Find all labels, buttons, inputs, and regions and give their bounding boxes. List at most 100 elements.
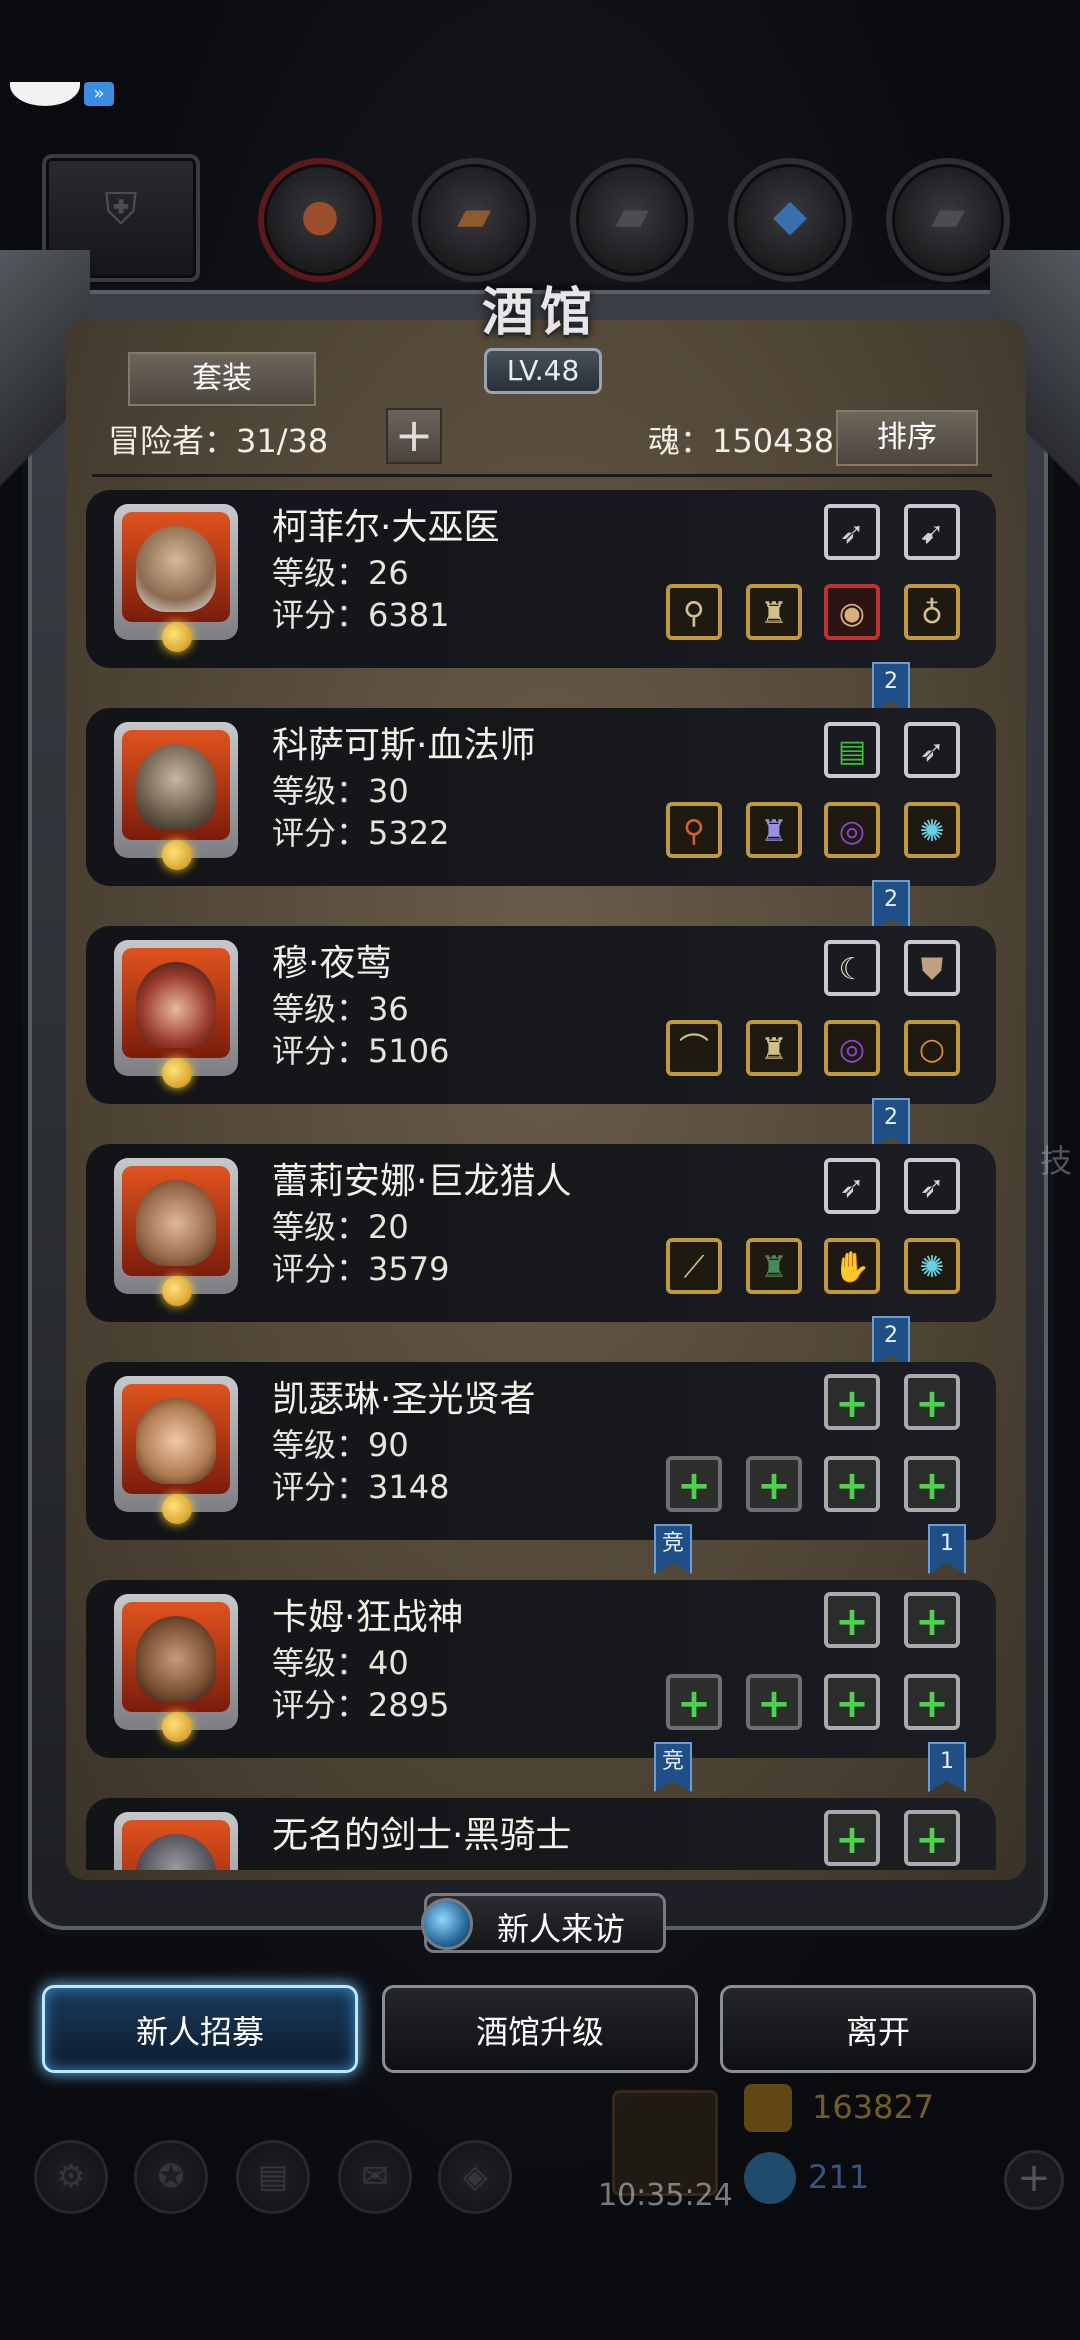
hero-list[interactable]: 柯菲尔·大巫医 等级：26 评分：6381 ➶ ➹ ⚲ ♜ ◉ ♁ 2 科萨可斯…	[86, 490, 1006, 1870]
tab-potion[interactable]: ●	[258, 158, 382, 282]
tome-icon[interactable]: ▤	[824, 722, 880, 778]
hero-score: 评分：3579	[272, 1250, 450, 1288]
visitor-orb-icon	[421, 1898, 473, 1950]
bow-icon[interactable]: ⌒	[666, 1020, 722, 1076]
hero-level: 等级：36	[272, 990, 409, 1028]
ring-icon[interactable]: ○	[904, 1020, 960, 1076]
spear-icon[interactable]: ⟋	[666, 1238, 722, 1294]
amulet-icon[interactable]: ✺	[904, 802, 960, 858]
plus-icon[interactable]: +	[746, 1674, 802, 1730]
stack-icon: ▰	[931, 190, 965, 241]
ring-icon[interactable]: ◎	[824, 802, 880, 858]
set-button[interactable]: 套装	[128, 352, 316, 406]
plus-icon[interactable]: +	[824, 1374, 880, 1430]
hero-card[interactable]: 无名的剑士·黑骑士 + +	[86, 1798, 996, 1870]
amulet-icon[interactable]: ✺	[904, 1238, 960, 1294]
hero-level: 等级：26	[272, 554, 409, 592]
tab-crystal[interactable]: ◆	[728, 158, 852, 282]
armor-icon[interactable]: ♜	[746, 584, 802, 640]
staff-icon[interactable]: ⚲	[666, 802, 722, 858]
timer: 10:35:24	[598, 2178, 733, 2213]
back-button[interactable]: »	[10, 80, 114, 110]
gauntlet-icon[interactable]: ✋	[824, 1238, 880, 1294]
hero-portrait	[114, 1376, 238, 1524]
hero-card[interactable]: 蕾莉安娜·巨龙猎人 等级：20 评分：3579 ➶ ➶ ⟋ ♜ ✋ ✺	[86, 1144, 996, 1322]
tab-scroll[interactable]: ▰	[412, 158, 536, 282]
blade-icon[interactable]: ➶	[824, 504, 880, 560]
upgrade-badge: 1	[928, 1524, 966, 1574]
hero-level: 等级：40	[272, 1644, 409, 1682]
shield-icon[interactable]: ⛊	[904, 940, 960, 996]
leave-button[interactable]: 离开	[720, 1985, 1036, 2073]
gem-icon	[744, 2152, 796, 2204]
add-slot-button[interactable]: +	[386, 408, 442, 464]
amulet-icon[interactable]: ◉	[824, 584, 880, 640]
plus-icon[interactable]: +	[746, 1456, 802, 1512]
gold-icon	[744, 2084, 792, 2132]
arena-badge: 竞	[654, 1742, 692, 1792]
moon-icon	[162, 622, 192, 652]
sort-button[interactable]: 排序	[836, 410, 978, 466]
plus-icon[interactable]: +	[824, 1674, 880, 1730]
new-visitor-button[interactable]: 新人来访	[421, 1893, 666, 1953]
star-icon[interactable]: ✪	[134, 2140, 208, 2214]
staff-icon[interactable]: ⚲	[666, 584, 722, 640]
plus-icon[interactable]: +	[824, 1456, 880, 1512]
armor-icon[interactable]: ♜	[746, 802, 802, 858]
hero-card[interactable]: 凯瑟琳·圣光贤者 等级：90 评分：3148 + + + + + +	[86, 1362, 996, 1540]
hero-score: 评分：5106	[272, 1032, 450, 1070]
plus-icon[interactable]: +	[904, 1810, 960, 1866]
armor-icon[interactable]: ♜	[746, 1238, 802, 1294]
moon-icon	[162, 1058, 192, 1088]
plus-icon[interactable]: +	[904, 1456, 960, 1512]
plus-icon[interactable]: +	[904, 1592, 960, 1648]
plus-icon[interactable]: +	[824, 1592, 880, 1648]
adventurer-count: 冒险者：31/38	[108, 422, 329, 460]
armor-icon[interactable]: ♜	[746, 1020, 802, 1076]
helmet-icon: ⛨	[104, 184, 138, 235]
plus-icon[interactable]: +	[666, 1456, 722, 1512]
claw-icon[interactable]: ☾	[824, 940, 880, 996]
tab-material[interactable]: ▰	[570, 158, 694, 282]
hero-score: 评分：3148	[272, 1468, 450, 1506]
page-title: 酒馆	[481, 283, 598, 343]
bow-icon[interactable]: ➹	[904, 504, 960, 560]
hero-portrait	[114, 1812, 238, 1870]
add-currency-button[interactable]: +	[1004, 2150, 1064, 2210]
hero-card[interactable]: 柯菲尔·大巫医 等级：26 评分：6381 ➶ ➹ ⚲ ♜ ◉ ♁	[86, 490, 996, 668]
plus-icon[interactable]: +	[666, 1674, 722, 1730]
settings-icon[interactable]: ⚙	[34, 2140, 108, 2214]
book-icon[interactable]: ▤	[236, 2140, 310, 2214]
moon-icon	[162, 1276, 192, 1306]
scroll-icon: ▰	[457, 190, 491, 241]
upgrade-badge: 2	[872, 880, 910, 930]
hero-portrait	[114, 940, 238, 1088]
hero-card[interactable]: 科萨可斯·血法师 等级：30 评分：5322 ▤ ➶ ⚲ ♜ ◎ ✺	[86, 708, 996, 886]
divider	[92, 474, 992, 477]
back-arrow-icon	[10, 82, 80, 106]
hero-card[interactable]: 卡姆·狂战神 等级：40 评分：2895 + + + + + +	[86, 1580, 996, 1758]
blade-icon[interactable]: ➶	[904, 1158, 960, 1214]
ring-icon[interactable]: ◎	[824, 1020, 880, 1076]
upgrade-badge: 2	[872, 662, 910, 712]
plus-icon[interactable]: +	[904, 1674, 960, 1730]
upgrade-tavern-button[interactable]: 酒馆升级	[382, 1985, 698, 2073]
category-tabs: ⛨ ● ▰ ▰ ◆ ▰	[40, 154, 1050, 282]
hero-name: 科萨可斯·血法师	[272, 725, 536, 766]
dice-icon[interactable]: ◈	[438, 2140, 512, 2214]
blade-icon[interactable]: ➶	[904, 722, 960, 778]
plus-icon[interactable]: +	[824, 1810, 880, 1866]
hero-level: 等级：20	[272, 1208, 409, 1246]
hero-card[interactable]: 穆·夜莺 等级：36 评分：5106 ☾ ⛊ ⌒ ♜ ◎ ○	[86, 926, 996, 1104]
hero-portrait	[114, 1594, 238, 1742]
upgrade-badge: 1	[928, 1742, 966, 1792]
blade-icon[interactable]: ➶	[824, 1158, 880, 1214]
mail-icon[interactable]: ✉	[338, 2140, 412, 2214]
gold-amount: 163827	[812, 2088, 935, 2126]
plus-icon[interactable]: +	[904, 1374, 960, 1430]
hero-portrait	[114, 1158, 238, 1306]
fast-forward-icon[interactable]: »	[84, 82, 114, 106]
recruit-button[interactable]: 新人招募	[42, 1985, 358, 2073]
moon-icon	[162, 840, 192, 870]
necklace-icon[interactable]: ♁	[904, 584, 960, 640]
